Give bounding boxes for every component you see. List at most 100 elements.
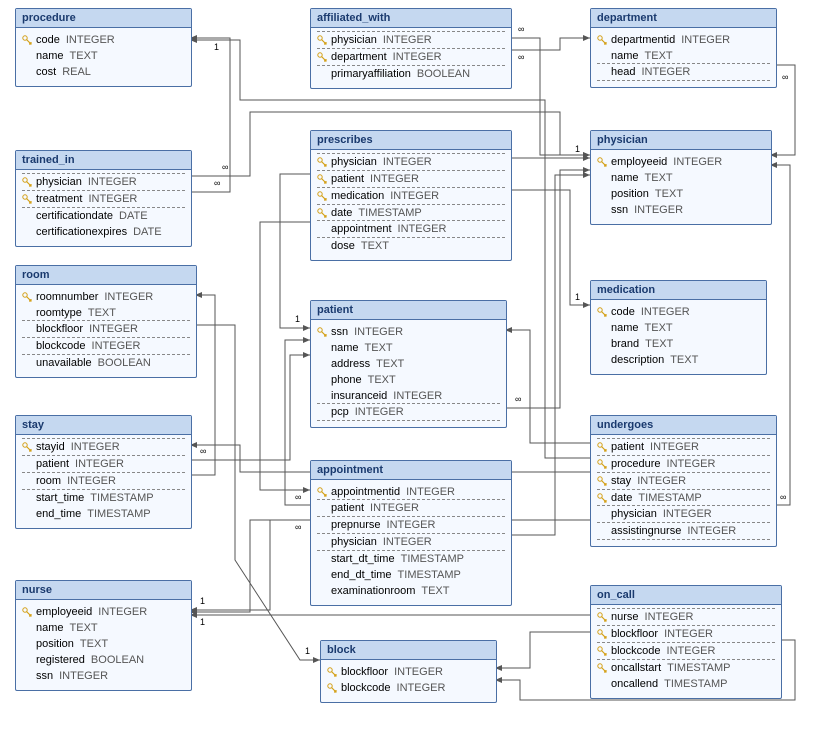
table-body: physicianINTEGERpatientINTEGERmedication… — [311, 150, 511, 260]
column: blockcodeINTEGER — [22, 337, 190, 355]
column-type: TIMESTAMP — [667, 660, 730, 676]
column: addressTEXT — [317, 356, 500, 372]
column-name: start_dt_time — [331, 551, 395, 567]
column-type: INTEGER — [387, 517, 436, 533]
column-name: certificationexpires — [36, 224, 127, 240]
column-name: department — [331, 49, 387, 65]
column: certificationexpiresDATE — [22, 224, 185, 240]
svg-text:∞: ∞ — [200, 446, 206, 456]
column-name: physician — [331, 534, 377, 550]
column: positionTEXT — [22, 636, 185, 652]
column-name: stayid — [36, 439, 65, 455]
column-name: name — [36, 620, 64, 636]
column: patient INTEGER — [317, 499, 505, 517]
column-type: INTEGER — [687, 523, 736, 539]
column: nameTEXT — [597, 170, 765, 186]
key-icon — [317, 327, 327, 337]
key-icon — [317, 208, 327, 218]
column-type: INTEGER — [370, 500, 419, 516]
column: end_dt_timeTIMESTAMP — [317, 567, 505, 583]
column-type: TEXT — [645, 48, 673, 64]
column-type: TIMESTAMP — [401, 551, 464, 567]
column-type: INTEGER — [393, 388, 442, 404]
pk-column: medicationINTEGER — [317, 187, 505, 205]
svg-text:1: 1 — [575, 144, 580, 154]
pk-column: patientINTEGER — [317, 170, 505, 188]
key-icon — [597, 459, 607, 469]
column-type: INTEGER — [393, 49, 442, 65]
table-body: appointmentidINTEGERpatientINTEGERprepnu… — [311, 480, 511, 605]
pk-column: blockfloorINTEGER — [327, 664, 490, 680]
table-body: patientINTEGERprocedureINTEGERstayINTEGE… — [591, 435, 776, 546]
column-name: roomtype — [36, 305, 82, 321]
column-name: physician — [36, 174, 82, 190]
key-icon — [327, 667, 337, 677]
column-type: INTEGER — [397, 680, 446, 696]
key-icon — [327, 683, 337, 693]
column-type: INTEGER — [59, 668, 108, 684]
column-name: name — [36, 48, 64, 64]
column-type: INTEGER — [398, 221, 447, 237]
column: registeredBOOLEAN — [22, 652, 185, 668]
column-type: TEXT — [645, 320, 673, 336]
column: roomtypeTEXT — [22, 305, 190, 321]
column: start_timeTIMESTAMP — [22, 490, 185, 506]
key-icon — [317, 35, 327, 45]
column-type: INTEGER — [641, 64, 690, 80]
column-type: INTEGER — [92, 338, 141, 354]
column: descriptionTEXT — [597, 352, 760, 368]
table-header: medication — [591, 281, 766, 300]
table-medication: medicationcodeINTEGERnameTEXTbrandTEXTde… — [590, 280, 767, 375]
column-name: primaryaffiliation — [331, 66, 411, 82]
column: name TEXT — [22, 48, 185, 64]
column-name: name — [331, 340, 359, 356]
table-header: procedure — [16, 9, 191, 28]
column: head INTEGER — [597, 63, 770, 81]
column-type: TEXT — [645, 336, 673, 352]
key-icon — [22, 177, 32, 187]
key-icon — [597, 646, 607, 656]
svg-text:∞: ∞ — [518, 24, 524, 34]
column-type: INTEGER — [67, 473, 116, 489]
svg-text:1: 1 — [295, 314, 300, 324]
key-icon — [597, 629, 607, 639]
table-department: departmentdepartmentidINTEGERnameTEXThea… — [590, 8, 777, 88]
key-icon — [317, 174, 327, 184]
column: nameTEXT — [597, 48, 770, 64]
column-name: head — [611, 64, 635, 80]
table-body: codeINTEGERnameTEXTcostREAL — [16, 28, 191, 86]
column-type: INTEGER — [66, 32, 115, 48]
column: appointment INTEGER — [317, 220, 505, 238]
column-name: position — [611, 186, 649, 202]
table-body: stayidINTEGERpatientINTEGERroomINTEGERst… — [16, 435, 191, 528]
key-icon — [597, 612, 607, 622]
column-type: INTEGER — [370, 171, 419, 187]
column-name: appointment — [331, 221, 392, 237]
column-type: TEXT — [361, 238, 389, 254]
svg-text:∞: ∞ — [782, 72, 788, 82]
column-name: employeeid — [36, 604, 92, 620]
pk-column: physicianINTEGER — [22, 173, 185, 191]
column-name: treatment — [36, 191, 82, 207]
column-type: TEXT — [70, 48, 98, 64]
pk-column: stayINTEGER — [597, 472, 770, 490]
column-name: roomnumber — [36, 289, 98, 305]
key-icon — [317, 52, 327, 62]
column: physicianINTEGER — [317, 533, 505, 551]
column-name: unavailable — [36, 355, 92, 371]
column: insuranceidINTEGER — [317, 388, 500, 404]
column: end_timeTIMESTAMP — [22, 506, 185, 522]
column: ssnINTEGER — [597, 202, 765, 218]
column-type: INTEGER — [673, 154, 722, 170]
column: physicianINTEGER — [597, 505, 770, 523]
column-name: code — [611, 304, 635, 320]
column-name: patient — [331, 500, 364, 516]
column-type: TEXT — [368, 372, 396, 388]
column: certificationdateDATE — [22, 208, 185, 224]
column-name: phone — [331, 372, 362, 388]
svg-text:∞: ∞ — [518, 52, 524, 62]
column-name: physician — [331, 154, 377, 170]
table-body: departmentidINTEGERnameTEXTheadINTEGER — [591, 28, 776, 87]
column-name: address — [331, 356, 370, 372]
column-name: physician — [611, 506, 657, 522]
